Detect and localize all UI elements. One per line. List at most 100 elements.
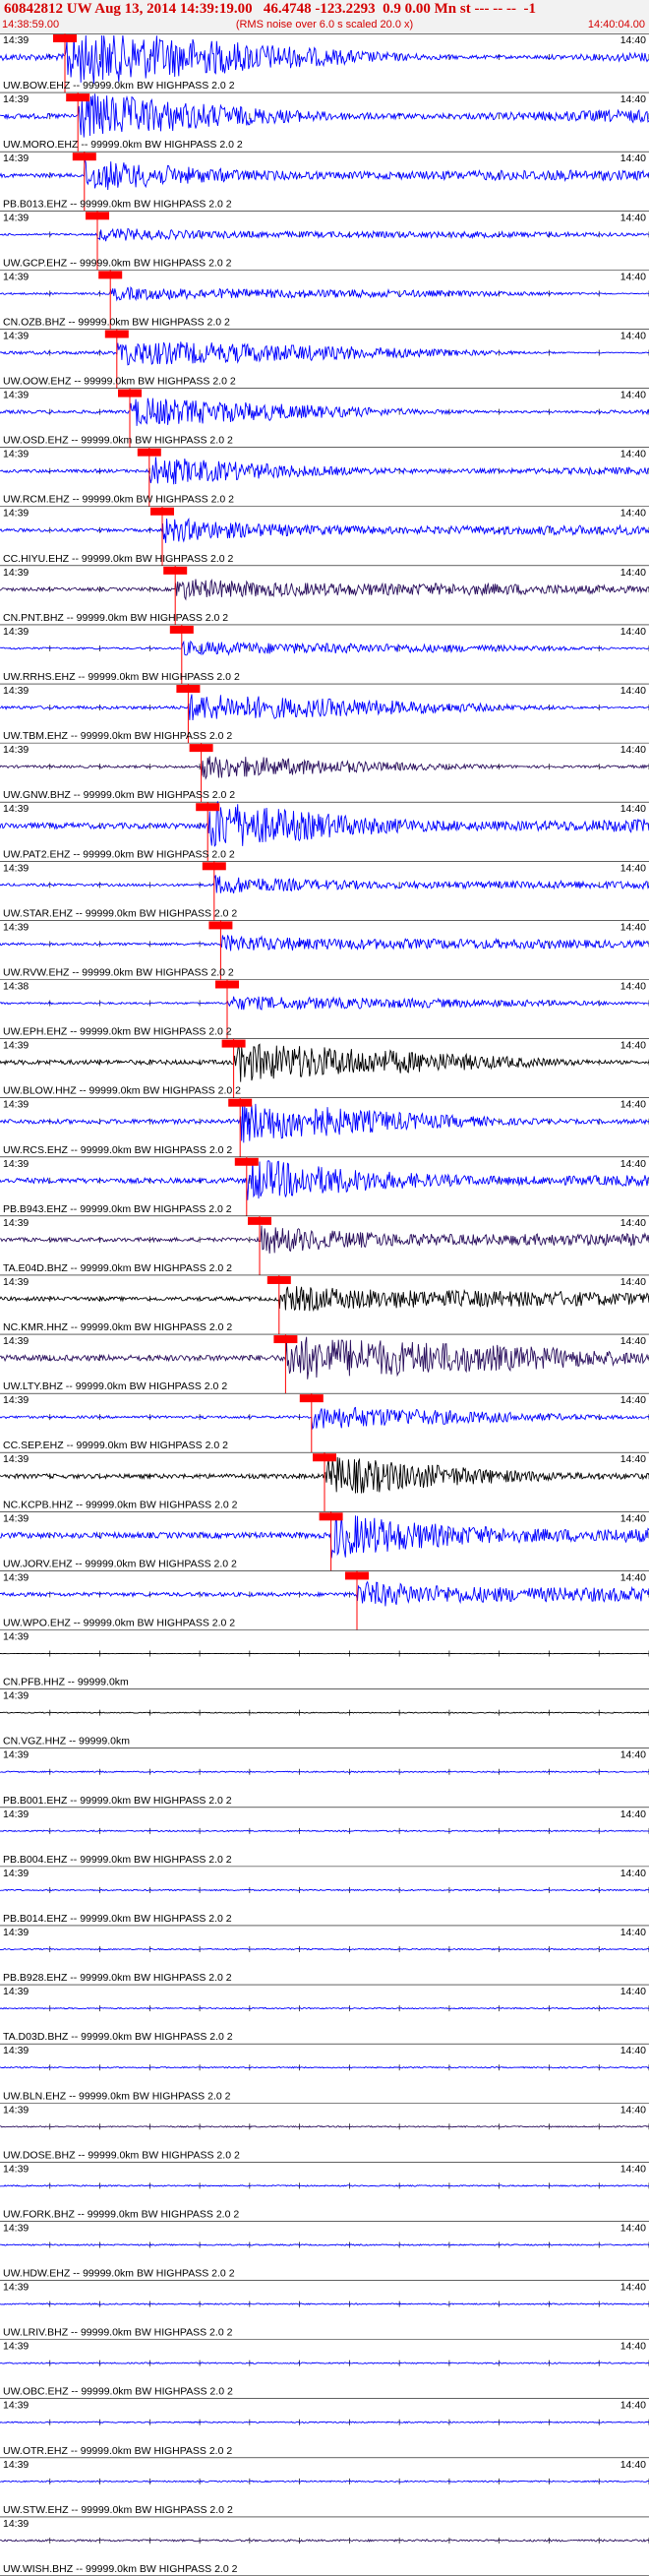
station-label: CN.OZB.BHZ -- 99999.0km BW HIGHPASS 2.0 …	[3, 316, 230, 328]
pick-flag	[273, 1335, 298, 1344]
station-label: NC.KCPB.HHZ -- 99999.0km BW HIGHPASS 2.0…	[3, 1499, 238, 1510]
pick-flag	[163, 566, 188, 575]
tick-right: 14:40	[620, 803, 646, 815]
waveform-trace	[0, 1515, 649, 1559]
station-label: UW.OTR.EHZ -- 99999.0km BW HIGHPASS 2.0 …	[3, 2445, 232, 2457]
tick-right: 14:40	[620, 390, 646, 401]
waveform-trace	[0, 1225, 649, 1254]
station-label: UW.OBC.EHZ -- 99999.0km BW HIGHPASS 2.0 …	[3, 2386, 233, 2398]
tick-right: 14:40	[620, 921, 646, 933]
tick-left: 14:39	[3, 2341, 29, 2353]
waveform-trace	[0, 935, 649, 951]
station-label: PB.B928.EHZ -- 99999.0km BW HIGHPASS 2.0…	[3, 1972, 232, 1984]
tick-left: 14:39	[3, 212, 29, 223]
waveform-trace	[0, 996, 649, 1011]
waveform-trace	[0, 1336, 649, 1380]
tick-left: 14:39	[3, 744, 29, 756]
station-label: UW.RCS.EHZ -- 99999.0km BW HIGHPASS 2.0 …	[3, 1144, 232, 1156]
tick-right: 14:40	[620, 1512, 646, 1524]
pick-flag	[313, 1453, 336, 1462]
waveform-trace	[0, 2361, 649, 2364]
tick-left: 14:39	[3, 2045, 29, 2056]
tick-left: 14:39	[3, 508, 29, 520]
tick-right: 14:40	[620, 2400, 646, 2412]
tick-left: 14:39	[3, 2459, 29, 2471]
pick-flag	[196, 803, 220, 812]
waveform-trace	[0, 801, 649, 847]
tick-left: 14:39	[3, 34, 29, 46]
waveform-trace	[0, 2006, 649, 2010]
pick-flag	[72, 153, 96, 161]
waveform-trace	[0, 285, 649, 302]
pick-flag	[169, 625, 194, 634]
seismogram-panel: 14:39 14:40 UW.BOW.EHZ -- 99999.0km BW HIG…	[0, 33, 649, 2576]
tick-right: 14:40	[620, 1986, 646, 1997]
tick-left: 14:39	[3, 390, 29, 401]
station-label: PB.B014.EHZ -- 99999.0km BW HIGHPASS 2.0…	[3, 1913, 232, 1925]
event-title: 60842812 UW Aug 13, 2014 14:39:19.00 46.…	[4, 1, 536, 17]
tick-right: 14:40	[620, 1809, 646, 1820]
pick-flag	[248, 1216, 271, 1225]
waveform-trace	[0, 2065, 649, 2069]
station-label: PB.B001.EHZ -- 99999.0km BW HIGHPASS 2.0…	[3, 1795, 232, 1807]
waveform-trace	[0, 1888, 649, 1892]
pick-flag	[266, 1275, 291, 1284]
tick-right: 14:40	[620, 1040, 646, 1052]
tick-right: 14:40	[620, 1158, 646, 1170]
tick-right: 14:40	[620, 1749, 646, 1761]
waveform-trace	[0, 2124, 649, 2128]
tick-right: 14:40	[620, 567, 646, 579]
station-label: UW.EPH.EHZ -- 99999.0km BW HIGHPASS 2.0 …	[3, 1026, 232, 1038]
tick-left: 14:39	[3, 2163, 29, 2175]
waveform-trace	[0, 1406, 649, 1431]
pick-flag	[118, 389, 142, 398]
pick-flag	[319, 1512, 343, 1521]
waveform-trace	[0, 158, 649, 191]
station-label: UW.OSD.EHZ -- 99999.0km BW HIGHPASS 2.0 …	[3, 435, 233, 447]
tick-left: 14:39	[3, 1927, 29, 1938]
station-label: UW.FORK.BHZ -- 99999.0km BW HIGHPASS 2.0…	[3, 2208, 239, 2220]
tick-left: 14:39	[3, 1571, 29, 1583]
waveform-trace	[0, 756, 649, 780]
pick-flag	[202, 862, 226, 871]
tick-right: 14:40	[620, 153, 646, 164]
tick-right: 14:40	[620, 212, 646, 223]
station-label: NC.KMR.HHZ -- 99999.0km BW HIGHPASS 2.0 …	[3, 1321, 232, 1333]
station-label: UW.PAT2.EHZ -- 99999.0km BW HIGHPASS 2.0…	[3, 848, 235, 860]
tick-left: 14:39	[3, 921, 29, 933]
tick-right: 14:40	[620, 1927, 646, 1938]
tick-right: 14:40	[620, 2341, 646, 2353]
tick-left: 14:39	[3, 1158, 29, 1170]
pick-flag	[299, 1394, 324, 1403]
tick-right: 14:40	[620, 2222, 646, 2234]
pick-flag	[53, 34, 77, 42]
tick-left: 14:39	[3, 567, 29, 579]
tick-right: 14:40	[620, 2104, 646, 2116]
tick-left: 14:39	[3, 2400, 29, 2412]
tick-right: 14:40	[620, 34, 646, 46]
tick-right: 14:40	[620, 2163, 646, 2175]
tick-left: 14:39	[3, 1394, 29, 1406]
tick-left: 14:39	[3, 1809, 29, 1820]
station-label: TA.E04D.BHZ -- 99999.0km BW HIGHPASS 2.0…	[3, 1262, 232, 1274]
waveform-trace	[0, 694, 649, 721]
tick-right: 14:40	[620, 1217, 646, 1229]
station-label: UW.MORO.EHZ -- 99999.0km BW HIGHPASS 2.0…	[3, 139, 243, 151]
header-bar: 60842812 UW Aug 13, 2014 14:39:19.00 46.…	[0, 0, 649, 34]
station-label: UW.DOSE.BHZ -- 99999.0km BW HIGHPASS 2.0…	[3, 2149, 240, 2161]
station-label: UW.RVW.EHZ -- 99999.0km BW HIGHPASS 2.0 …	[3, 966, 234, 978]
tick-right: 14:40	[620, 1394, 646, 1406]
pick-flag	[98, 271, 123, 279]
tick-left: 14:39	[3, 862, 29, 874]
tick-right: 14:40	[620, 449, 646, 460]
end-time: 14:40:04.00	[587, 19, 645, 31]
tick-left: 14:39	[3, 153, 29, 164]
station-label: UW.HDW.EHZ -- 99999.0km BW HIGHPASS 2.0 …	[3, 2268, 235, 2280]
scale-note: (RMS noise over 6.0 s scaled 20.0 x)	[235, 19, 414, 31]
pick-flag	[215, 980, 239, 989]
waveform-trace	[0, 1770, 649, 1774]
waveform-trace	[0, 2421, 649, 2424]
waveform-trace	[0, 2539, 649, 2543]
waveform-trace	[0, 2243, 649, 2246]
station-label: PB.B013.EHZ -- 99999.0km BW HIGHPASS 2.0…	[3, 198, 232, 210]
